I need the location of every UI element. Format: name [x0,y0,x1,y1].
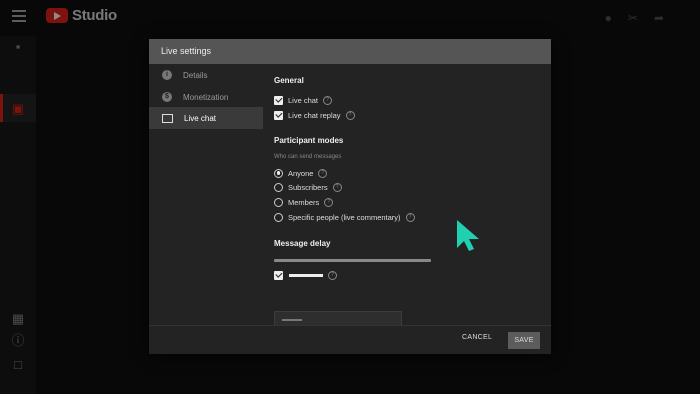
checkbox-checked-icon[interactable] [274,110,283,120]
cancel-button[interactable]: CANCEL [462,334,492,341]
participant-subtitle: Who can send messages [274,154,342,160]
checkbox-checked-icon[interactable] [274,95,283,105]
checkbox-checked-icon[interactable] [274,270,283,280]
mouse-cursor-icon [457,220,479,251]
dialog-footer: CANCEL SAVE [149,325,551,355]
nav-item-label: Live chat [184,113,217,123]
radio-label: Specific people (live commentary) [288,212,401,222]
radio-selected-icon[interactable] [274,168,283,178]
help-icon[interactable]: ? [405,212,415,222]
nav-item-details[interactable]: i Details [149,64,263,86]
live-chat-replay-label: Live chat replay [288,110,341,120]
radio-subscribers[interactable]: Subscribers ? [274,181,342,193]
dialog-content: General Live chat ? Live chat replay ? P… [274,64,544,325]
live-settings-dialog: Live settings i Details $ Monetization L… [149,39,551,354]
nav-item-label: Monetization [183,92,229,102]
help-icon[interactable]: ? [324,197,334,207]
help-icon[interactable]: ? [318,168,328,178]
general-heading: General [274,76,304,85]
placeholder-label-line [289,273,323,277]
radio-unselected-icon[interactable] [274,197,283,207]
radio-anyone[interactable]: Anyone ? [274,167,328,179]
save-button[interactable]: SAVE [508,332,540,349]
live-chat-checkbox[interactable]: Live chat ? [274,94,333,106]
radio-label: Subscribers [288,182,328,192]
help-icon[interactable]: ? [345,110,355,120]
radio-unselected-icon[interactable] [274,182,283,192]
chat-icon [162,113,173,123]
radio-label: Anyone [288,168,314,178]
dialog-title: Live settings [149,39,551,64]
live-chat-label: Live chat [288,95,319,105]
studio-app: Studio ● ✂ ➦ ▪ ▣ ▦ ⓘ □ Live settings i D… [0,0,700,394]
radio-members[interactable]: Members ? [274,196,334,208]
info-icon: i [162,70,172,80]
message-delay-heading: Message delay [274,239,331,248]
radio-specific-people[interactable]: Specific people (live commentary) ? [274,211,415,223]
nav-item-label: Details [183,70,208,80]
placeholder-input-label [282,319,302,321]
help-icon[interactable]: ? [323,95,333,105]
radio-unselected-icon[interactable] [274,212,283,222]
dialog-nav: i Details $ Monetization Live chat [149,64,263,325]
radio-label: Members [288,197,320,207]
placeholder-input[interactable] [274,311,402,325]
live-chat-replay-checkbox[interactable]: Live chat replay ? [274,109,355,121]
help-icon[interactable]: ? [328,270,337,280]
placeholder-line [274,259,431,262]
placeholder-checkbox-row[interactable]: ? [274,269,337,281]
nav-item-live-chat[interactable]: Live chat [149,107,263,129]
nav-item-monetization[interactable]: $ Monetization [149,86,263,108]
participant-modes-heading: Participant modes [274,136,344,145]
help-icon[interactable]: ? [332,182,342,192]
dollar-icon: $ [162,92,172,102]
